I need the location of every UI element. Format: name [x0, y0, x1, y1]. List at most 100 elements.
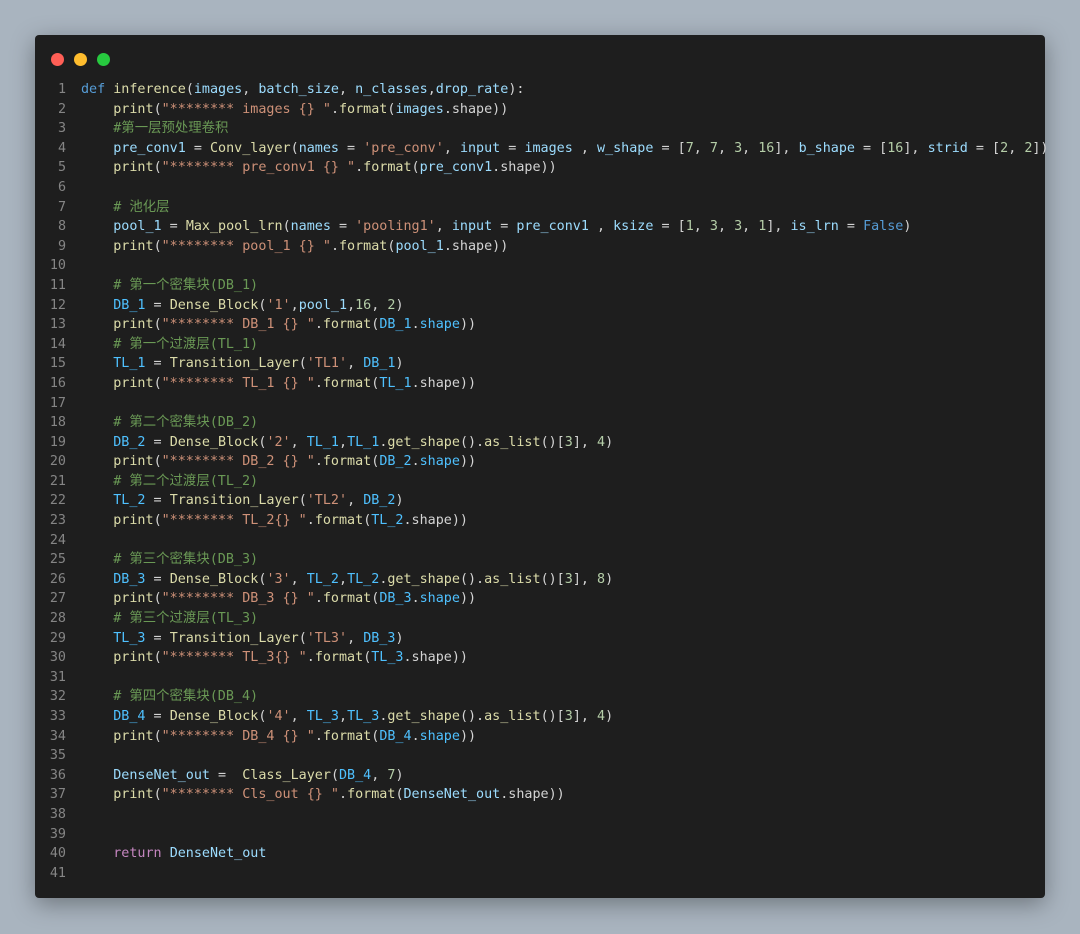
- code-token: =: [145, 493, 170, 509]
- code-token: DB_2: [113, 434, 146, 450]
- code-token: print: [113, 787, 154, 803]
- code-token: (: [153, 513, 162, 529]
- code-window: 1 def inference(images, batch_size, n_cla…: [35, 35, 1049, 898]
- code-token: DB_3: [363, 630, 396, 646]
- line-number: 40: [49, 846, 66, 862]
- code-token: DenseNet_out: [403, 787, 501, 803]
- line-number: 10: [49, 258, 66, 274]
- code-token: DenseNet_out: [169, 846, 267, 862]
- line-number: 16: [49, 375, 66, 391]
- code-token: ,: [435, 219, 452, 235]
- code-token: =: [330, 219, 356, 235]
- code-token: print: [113, 317, 154, 333]
- code-token: ,: [693, 219, 710, 235]
- code-token: DenseNet_out: [113, 767, 210, 783]
- code-line: 6: [35, 178, 1045, 198]
- code-token: TL_3: [347, 709, 380, 724]
- code-token: TL_2: [306, 571, 339, 587]
- line-content: # 第二个密集块(DB_2): [81, 413, 258, 433]
- code-token: DB_2: [363, 493, 396, 509]
- line-number: 2: [57, 101, 66, 117]
- code-token: ): [605, 571, 614, 587]
- code-token: 3: [564, 434, 573, 450]
- code-token: "******** images {} ": [161, 101, 331, 117]
- code-token: 2: [1000, 140, 1009, 156]
- code-token: ): [605, 709, 614, 724]
- code-token: get_shape: [387, 709, 460, 724]
- code-token: =: [145, 571, 170, 587]
- line-number: 41: [49, 865, 66, 881]
- line-content: print("******** images {} ".format(image…: [81, 100, 508, 120]
- code-token: w_shape: [597, 140, 654, 156]
- code-token: print: [113, 591, 154, 607]
- code-token: format: [314, 513, 364, 529]
- code-token: = [: [855, 140, 888, 156]
- line-content: TL_3 = Transition_Layer('TL3', DB_3): [81, 629, 404, 649]
- code-line: 15 TL_1 = Transition_Layer('TL1', DB_1): [35, 354, 1045, 374]
- code-token: ,: [339, 82, 356, 97]
- code-token: print: [113, 650, 154, 666]
- line-content: print("******** TL_1 {} ".format(TL_1.sh…: [81, 374, 476, 394]
- code-line: 2 print("******** images {} ".format(ima…: [35, 100, 1045, 120]
- code-token: TL_1: [379, 375, 412, 391]
- line-number: 19: [49, 434, 66, 450]
- code-line: 12 DB_1 = Dense_Block('1',pool_1,16, 2): [35, 296, 1045, 316]
- code-token: "******** DB_2 {} ": [161, 454, 315, 470]
- code-token: = [: [653, 219, 686, 235]
- close-button[interactable]: [51, 53, 64, 66]
- line-number: 23: [49, 513, 66, 529]
- code-editor[interactable]: 1 def inference(images, batch_size, n_cla…: [35, 80, 1049, 884]
- code-token: images: [395, 101, 444, 117]
- code-line: 20 print("******** DB_2 {} ".format(DB_2…: [35, 452, 1045, 472]
- line-content: print("******** pool_1 {} ".format(pool_…: [81, 237, 508, 257]
- line-content: DB_3 = Dense_Block('3', TL_2,TL_2.get_sh…: [81, 570, 613, 590]
- line-number: 13: [49, 317, 66, 333]
- code-token: = [: [653, 140, 686, 156]
- maximize-button[interactable]: [97, 53, 110, 66]
- code-token: as_list: [484, 709, 541, 724]
- code-token: format: [314, 650, 364, 666]
- code-token: Dense_Block: [169, 709, 259, 724]
- code-line: 21 # 第二个过渡层(TL_2): [35, 472, 1045, 492]
- code-token: ().: [459, 571, 485, 587]
- code-token: format: [322, 454, 372, 470]
- code-token: (: [185, 82, 194, 97]
- minimize-button[interactable]: [74, 53, 87, 66]
- code-token: # 第三个过渡层(TL_3): [113, 611, 259, 627]
- window-controls: [51, 53, 110, 66]
- code-token: .: [306, 650, 315, 666]
- code-token: # 第三个密集块(DB_3): [113, 552, 259, 568]
- code-token: 4: [597, 709, 606, 724]
- code-token: (: [298, 356, 307, 372]
- code-token: TL_3: [306, 709, 339, 724]
- code-line: 5 print("******** pre_conv1 {} ".format(…: [35, 158, 1045, 178]
- code-line: 41: [35, 864, 1045, 884]
- code-token: .shape)): [443, 101, 509, 117]
- code-token: ],: [903, 140, 928, 156]
- code-token: b_shape: [798, 140, 855, 156]
- code-token: input: [459, 140, 501, 156]
- code-token: TL_1: [306, 434, 339, 450]
- code-token: as_list: [484, 571, 541, 587]
- code-token: =: [145, 630, 170, 646]
- code-token: pool_1: [395, 238, 444, 254]
- code-token: (: [153, 591, 162, 607]
- code-token: ksize: [613, 219, 654, 235]
- code-token: ,: [290, 571, 307, 587]
- line-number: 7: [57, 199, 66, 215]
- code-token: ): [395, 297, 404, 313]
- code-token: drop_rate: [435, 82, 509, 97]
- code-line: 29 TL_3 = Transition_Layer('TL3', DB_3): [35, 629, 1045, 649]
- code-line: 22 TL_2 = Transition_Layer('TL2', DB_2): [35, 491, 1045, 511]
- code-token: =: [210, 767, 243, 783]
- code-token: ): [395, 630, 404, 646]
- code-token: ],: [766, 219, 791, 235]
- code-token: TL_2: [371, 513, 404, 529]
- line-number: 34: [49, 728, 66, 744]
